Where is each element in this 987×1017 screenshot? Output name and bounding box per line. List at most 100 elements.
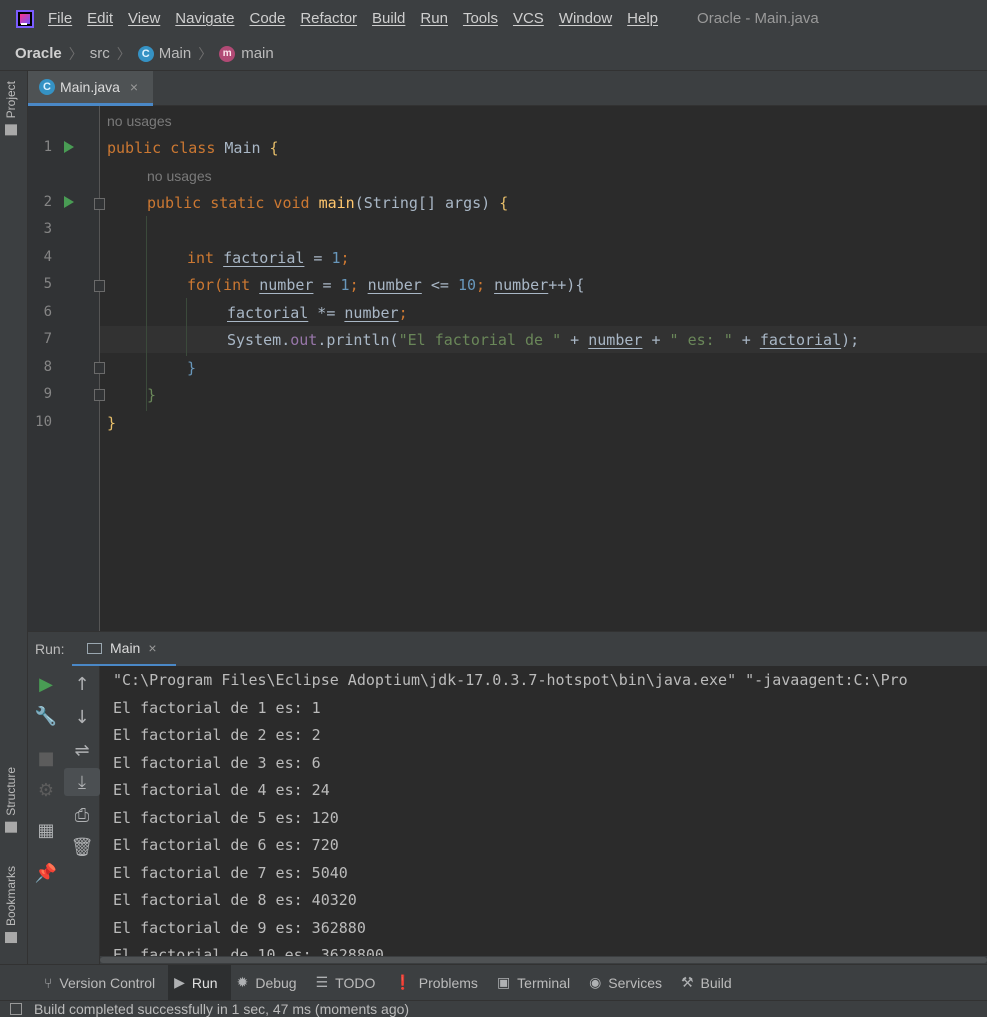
console-line: El factorial de 4 es: 24 bbox=[113, 781, 330, 799]
soft-wrap-icon[interactable]: ⇌ bbox=[64, 736, 100, 764]
tab-main-java[interactable]: C Main.java × bbox=[28, 71, 153, 106]
console-line: El factorial de 3 es: 6 bbox=[113, 754, 321, 772]
menu-help[interactable]: Help bbox=[627, 10, 658, 27]
run-tool-button[interactable]: ▶ Run bbox=[168, 964, 231, 1001]
console-line: El factorial de 5 es: 120 bbox=[113, 809, 339, 827]
line-number: 8 bbox=[43, 359, 52, 375]
debug-tool-button[interactable]: ✹ Debug bbox=[231, 965, 310, 1001]
build-tool-button[interactable]: ⚒ Build bbox=[675, 965, 745, 1001]
line-number: 7 bbox=[43, 331, 52, 347]
window-title: Oracle - Main.java bbox=[697, 10, 819, 27]
version-control-button[interactable]: ⑂ Version Control bbox=[38, 965, 168, 1001]
pin-icon[interactable]: 📌 bbox=[28, 859, 64, 887]
breadcrumb-project[interactable]: Oracle bbox=[15, 45, 62, 62]
menu-view[interactable]: View bbox=[128, 10, 160, 27]
console-icon bbox=[87, 642, 102, 654]
menu-file[interactable]: File bbox=[48, 10, 72, 27]
chevron-right-icon: 〉 bbox=[68, 45, 83, 62]
menu-refactor[interactable]: Refactor bbox=[300, 10, 357, 27]
run-tab-main[interactable]: Main × bbox=[72, 632, 176, 667]
code-line-6: factorial *= number; bbox=[227, 304, 408, 322]
breadcrumb-folder[interactable]: src bbox=[90, 45, 110, 62]
line-number: 1 bbox=[43, 139, 52, 155]
line-number: 9 bbox=[43, 386, 52, 402]
tool-windows-toggle-icon[interactable] bbox=[10, 1003, 22, 1015]
breadcrumb-method[interactable]: main bbox=[241, 45, 274, 62]
fold-icon[interactable] bbox=[94, 362, 105, 374]
code-line-7: System.out.println("El factorial de " + … bbox=[227, 331, 860, 349]
line-number: 10 bbox=[35, 414, 52, 430]
hammer-icon: ⚒ bbox=[680, 974, 694, 990]
breadcrumb-class[interactable]: Main bbox=[159, 45, 192, 62]
bookmarks-tool-tab[interactable]: Bookmarks bbox=[4, 866, 18, 944]
run-main-icon[interactable] bbox=[64, 196, 74, 208]
fold-icon[interactable] bbox=[94, 389, 105, 401]
services-tool-button[interactable]: ◉ Services bbox=[583, 965, 675, 1001]
usages-hint[interactable]: no usages bbox=[107, 113, 172, 129]
arrow-down-icon[interactable]: ↓ bbox=[64, 703, 100, 731]
project-tool-tab[interactable]: Project bbox=[4, 81, 18, 136]
project-tab-label: Project bbox=[4, 81, 18, 119]
tool-window-bar: ⑂ Version Control ▶ Run ✹ Debug ☰ TODO ❗ Prob… bbox=[0, 964, 987, 1001]
code-editor[interactable]: 1 2 3 4 5 6 7 8 9 10 no usages no usages… bbox=[28, 106, 987, 631]
run-toolbar-secondary: ↑ ↓ ⇌ ⤓ ⎙ 🗑 bbox=[64, 666, 100, 964]
debug-gear-icon[interactable]: ⚙ bbox=[28, 776, 64, 804]
bookmark-icon bbox=[5, 932, 17, 944]
terminal-tool-button[interactable]: ▣ Terminal bbox=[491, 965, 583, 1001]
intellij-logo-icon[interactable] bbox=[16, 9, 34, 28]
bug-icon: ✹ bbox=[236, 974, 249, 990]
menu-vcs[interactable]: VCS bbox=[513, 10, 544, 27]
indent-guide bbox=[146, 216, 147, 411]
wrench-icon[interactable]: 🔧 bbox=[28, 702, 64, 730]
structure-tab-label: Structure bbox=[4, 767, 18, 816]
menu-tools[interactable]: Tools bbox=[463, 10, 498, 27]
menu-run[interactable]: Run bbox=[420, 10, 448, 27]
run-toolbar-primary: ▶ 🔧 ■ ⚙ ▦ 📌 bbox=[28, 666, 64, 964]
print-icon[interactable]: ⎙ bbox=[64, 801, 100, 829]
arrow-up-icon[interactable]: ↑ bbox=[64, 670, 100, 698]
editor-tab-bar: C Main.java × bbox=[28, 71, 987, 106]
todo-tool-button[interactable]: ☰ TODO bbox=[310, 965, 389, 1001]
method-icon: m bbox=[219, 45, 236, 62]
line-number: 6 bbox=[43, 304, 52, 320]
horizontal-scrollbar[interactable] bbox=[100, 956, 987, 964]
menu-code[interactable]: Code bbox=[249, 10, 285, 27]
usages-hint[interactable]: no usages bbox=[147, 168, 212, 184]
status-message[interactable]: Build completed successfully in 1 sec, 4… bbox=[34, 1001, 409, 1017]
status-bar: Build completed successfully in 1 sec, 4… bbox=[0, 1000, 987, 1017]
menu-navigate[interactable]: Navigate bbox=[175, 10, 234, 27]
scroll-to-end-icon[interactable]: ⤓ bbox=[64, 768, 100, 796]
console-line: El factorial de 2 es: 2 bbox=[113, 726, 321, 744]
menu-window[interactable]: Window bbox=[559, 10, 612, 27]
console-line: El factorial de 10 es: 3628800 bbox=[113, 946, 384, 956]
fold-icon[interactable] bbox=[94, 280, 105, 292]
menu-build[interactable]: Build bbox=[372, 10, 405, 27]
branch-icon: ⑂ bbox=[44, 974, 53, 991]
code-line-5: for(int number = 1; number <= 10; number… bbox=[187, 276, 585, 294]
structure-icon bbox=[5, 821, 17, 833]
run-tab-label: Main bbox=[110, 640, 141, 656]
folder-icon bbox=[5, 124, 17, 136]
class-icon: C bbox=[137, 45, 154, 62]
layout-icon[interactable]: ▦ bbox=[28, 816, 64, 844]
terminal-icon: ▣ bbox=[496, 974, 511, 990]
console-line: El factorial de 6 es: 720 bbox=[113, 836, 339, 854]
structure-tool-tab[interactable]: Structure bbox=[4, 767, 18, 833]
menu-edit[interactable]: Edit bbox=[87, 10, 113, 27]
fold-icon[interactable] bbox=[94, 198, 105, 210]
run-class-icon[interactable] bbox=[64, 141, 74, 153]
code-line-2: public static void main(String[] args) { bbox=[147, 194, 509, 212]
scrollbar-thumb[interactable] bbox=[100, 957, 987, 963]
close-icon[interactable]: × bbox=[148, 640, 156, 656]
bookmarks-tab-label: Bookmarks bbox=[4, 866, 18, 927]
problems-tool-button[interactable]: ❗ Problems bbox=[388, 965, 491, 1001]
line-number: 2 bbox=[43, 194, 52, 210]
rerun-icon[interactable]: ▶ bbox=[28, 670, 64, 698]
chevron-right-icon: 〉 bbox=[198, 45, 213, 62]
trash-icon[interactable]: 🗑 bbox=[64, 833, 100, 861]
stop-icon[interactable]: ■ bbox=[28, 744, 64, 772]
run-panel-label: Run: bbox=[35, 641, 65, 657]
list-icon: ☰ bbox=[315, 974, 329, 990]
console-output[interactable]: "C:\Program Files\Eclipse Adoptium\jdk-1… bbox=[100, 666, 987, 956]
close-icon[interactable]: × bbox=[130, 79, 138, 95]
